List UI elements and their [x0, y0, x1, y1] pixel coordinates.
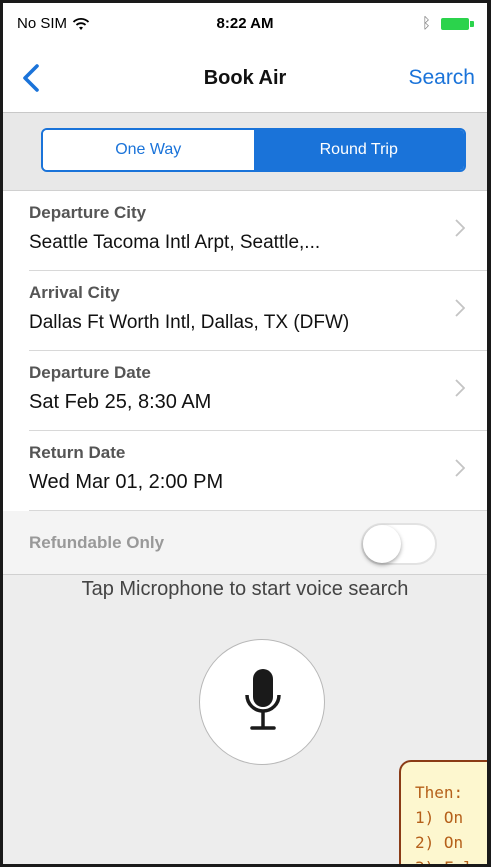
chevron-right-icon: [455, 299, 465, 317]
battery-icon: [441, 17, 475, 30]
arrival-city-row[interactable]: Arrival City Dallas Ft Worth Intl, Dalla…: [29, 271, 487, 351]
return-date-label: Return Date: [29, 443, 126, 462]
search-button[interactable]: Search: [408, 66, 475, 90]
refundable-row: Refundable Only: [3, 511, 487, 575]
chevron-right-icon: [455, 219, 465, 237]
round-trip-tab[interactable]: Round Trip: [253, 130, 464, 170]
callout-line: 1) On: [415, 808, 464, 827]
status-right: ᛒ: [422, 15, 475, 32]
toggle-knob: [363, 525, 401, 563]
refundable-toggle[interactable]: [361, 523, 437, 565]
chevron-right-icon: [455, 379, 465, 397]
booking-form: Departure City Seattle Tacoma Intl Arpt,…: [3, 191, 487, 575]
microphone-icon: [245, 669, 281, 730]
departure-date-value: Sat Feb 25, 8:30 AM: [29, 391, 212, 413]
status-bar: No SIM 8:22 AM ᛒ: [3, 3, 487, 43]
arrival-city-value: Dallas Ft Worth Intl, Dallas, TX (DFW): [29, 312, 350, 333]
callout-line: Then:: [415, 783, 464, 802]
departure-city-label: Departure City: [29, 203, 147, 222]
refundable-label: Refundable Only: [29, 533, 165, 552]
bluetooth-icon: ᛒ: [421, 15, 431, 32]
instruction-callout: Then: 1) On 2) On 3) Fol: [399, 760, 487, 864]
callout-line: 3) Fol: [415, 855, 487, 864]
return-date-value: Wed Mar 01, 2:00 PM: [29, 471, 224, 493]
microphone-button[interactable]: [199, 639, 325, 765]
one-way-tab[interactable]: One Way: [43, 130, 254, 170]
status-time: 8:22 AM: [216, 15, 274, 32]
voice-search-hint: Tap Microphone to start voice search: [81, 578, 409, 600]
arrival-city-label: Arrival City: [29, 283, 120, 302]
departure-city-value: Seattle Tacoma Intl Arpt, Seattle,...: [29, 232, 321, 253]
trip-type-segmented-control: One Way Round Trip: [41, 128, 466, 172]
chevron-right-icon: [455, 459, 465, 477]
trip-type-bar: One Way Round Trip: [3, 113, 487, 191]
departure-city-row[interactable]: Departure City Seattle Tacoma Intl Arpt,…: [29, 191, 487, 271]
departure-date-label: Departure Date: [29, 363, 151, 382]
callout-line: 2) On: [415, 833, 464, 852]
departure-date-row[interactable]: Departure Date Sat Feb 25, 8:30 AM: [29, 351, 487, 431]
return-date-row[interactable]: Return Date Wed Mar 01, 2:00 PM: [29, 431, 487, 511]
nav-bar: Book Air Search: [3, 43, 487, 113]
phone-screen: No SIM 8:22 AM ᛒ Book Air Search One Way…: [0, 0, 491, 867]
